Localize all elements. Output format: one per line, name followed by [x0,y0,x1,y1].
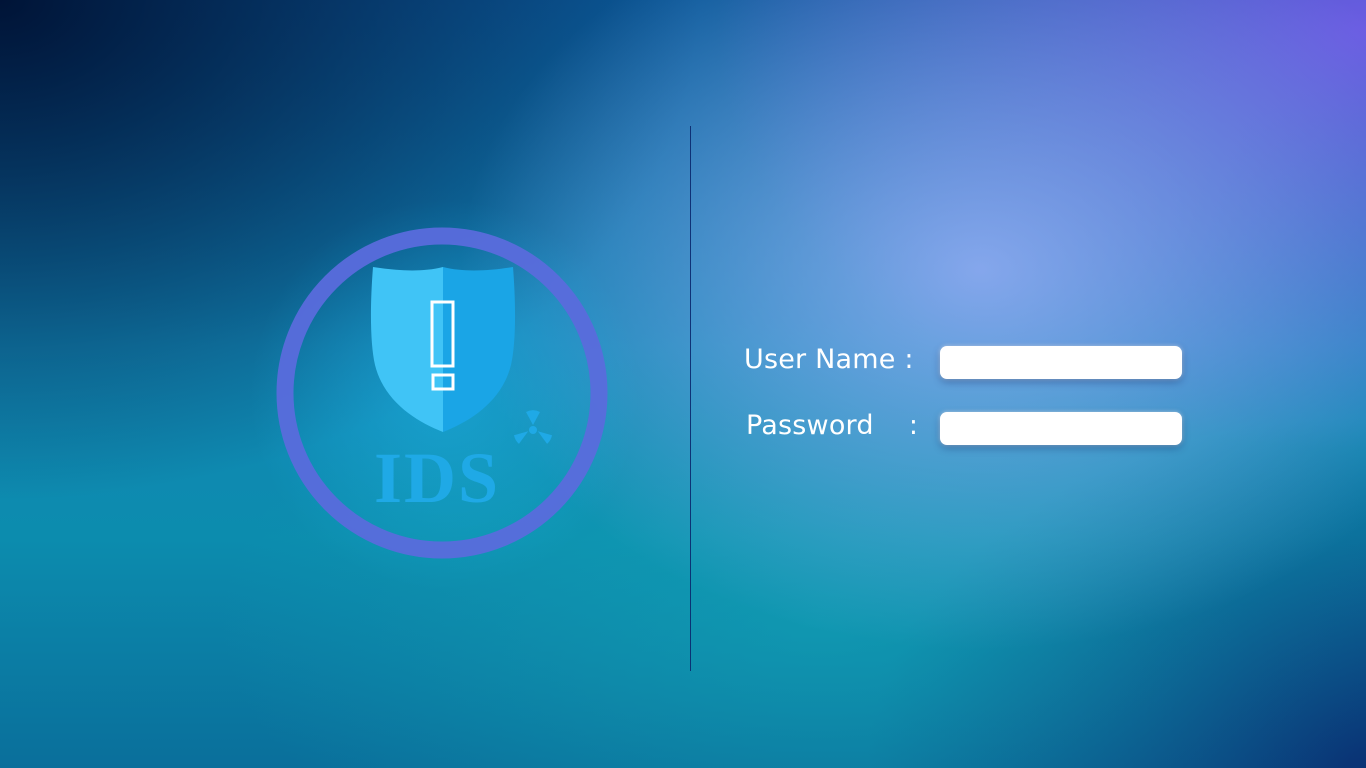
logo-text: IDS [374,438,500,518]
radiation-icon [513,410,553,444]
divider [690,126,691,671]
username-input[interactable] [940,346,1182,379]
ids-logo: IDS [276,227,608,559]
password-label: Password : [746,410,919,441]
password-input[interactable] [940,412,1182,445]
username-label: User Name : [744,344,914,375]
shield-icon [370,267,516,432]
